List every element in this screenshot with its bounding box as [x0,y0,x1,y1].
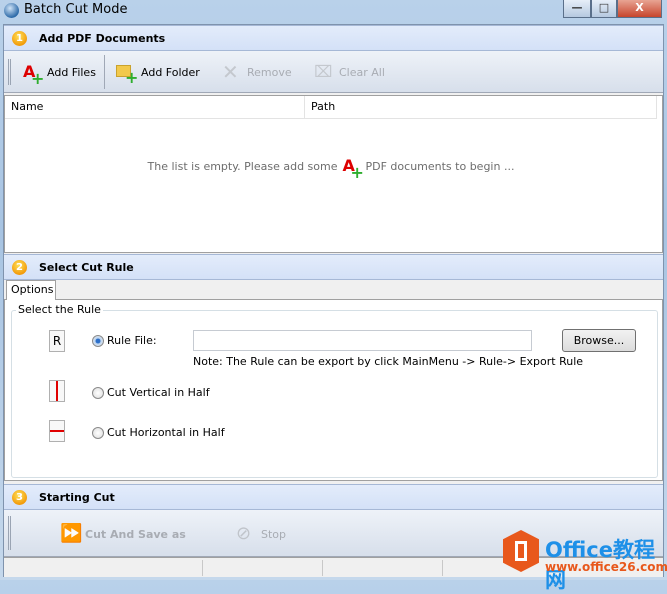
remove-button[interactable]: ✕ Remove [222,59,292,85]
pdf-add-icon: A + [342,156,364,182]
vertical-cut-icon [49,380,65,402]
status-divider [202,560,203,576]
folder-add-icon: + [116,62,138,87]
options-panel: Select the Rule R Rule File: Browse... N… [4,299,663,481]
status-divider [442,560,443,576]
rule-file-label: Rule File: [107,334,157,347]
browse-button[interactable]: Browse... [562,329,636,352]
app-icon [4,3,19,18]
toolbar-grip[interactable] [8,59,11,85]
clear-all-label: Clear All [339,65,385,79]
section-starting-cut: 3 Starting Cut [4,484,663,510]
cut-horizontal-label: Cut Horizontal in Half [107,426,225,439]
remove-label: Remove [247,65,292,79]
pdf-add-icon: A + [23,62,45,88]
empty-message: The list is empty. Please add some A + PD… [5,156,657,182]
separator [104,55,105,89]
column-name[interactable]: Name [5,96,305,118]
empty-text-before: The list is empty. Please add some [147,159,338,173]
add-files-button[interactable]: A + Add Files [22,59,96,88]
radio [92,386,104,399]
window-title: Batch Cut Mode [24,2,128,17]
cut-and-save-button[interactable]: ⏩ Cut And Save as [60,521,186,547]
radio [92,426,104,439]
cut-vertical-label: Cut Vertical in Half [107,386,210,399]
section-title: Add PDF Documents [39,32,166,45]
maximize-button[interactable]: □ [591,0,617,18]
horizontal-cut-icon [49,420,65,442]
add-folder-label: Add Folder [141,65,200,79]
remove-x-icon: ✕ [222,60,239,84]
fast-forward-icon: ⏩ [60,523,83,544]
clear-all-button[interactable]: ⌧ Clear All [314,59,385,85]
toolbar-add: A + Add Files + Add Folder ✕ Remove ⌧ Cle… [4,51,663,93]
step-1-icon: 1 [12,31,27,46]
step-3-icon: 3 [12,490,27,505]
watermark-url: www.office26.com [545,560,667,574]
close-button[interactable]: X [617,0,662,18]
cut-save-label: Cut And Save as [85,527,186,541]
rule-file-radio[interactable]: Rule File: [92,334,157,347]
rule-group: Select the Rule R Rule File: Browse... N… [11,303,658,478]
cut-horizontal-radio[interactable]: Cut Horizontal in Half [92,426,225,439]
add-files-label: Add Files [47,65,96,79]
section-select-rule: 2 Select Cut Rule [4,254,663,280]
list-header: Name Path [5,96,657,119]
empty-text-after: PDF documents to begin ... [365,159,515,173]
section-title: Select Cut Rule [39,261,134,274]
rule-file-icon: R [49,330,65,352]
tab-options[interactable]: Options [6,280,56,300]
column-path[interactable]: Path [305,96,657,118]
stop-button[interactable]: ⊘ Stop [236,521,286,547]
stop-icon: ⊘ [236,523,252,544]
rule-note: Note: The Rule can be export by click Ma… [193,355,584,368]
stop-label: Stop [261,527,287,541]
step-2-icon: 2 [12,260,27,275]
cut-vertical-radio[interactable]: Cut Vertical in Half [92,386,210,399]
section-add-pdf: 1 Add PDF Documents [4,25,663,51]
clear-all-icon: ⌧ [314,62,333,81]
group-label: Select the Rule [16,303,103,316]
section-title: Starting Cut [39,491,115,504]
radio-selected [92,334,104,347]
minimize-button[interactable]: — [563,0,591,18]
status-divider [322,560,323,576]
add-folder-button[interactable]: + Add Folder [116,59,200,87]
toolbar-grip[interactable] [8,516,11,550]
document-list[interactable]: Name Path The list is empty. Please add … [4,95,663,253]
rule-file-input[interactable] [193,330,532,351]
